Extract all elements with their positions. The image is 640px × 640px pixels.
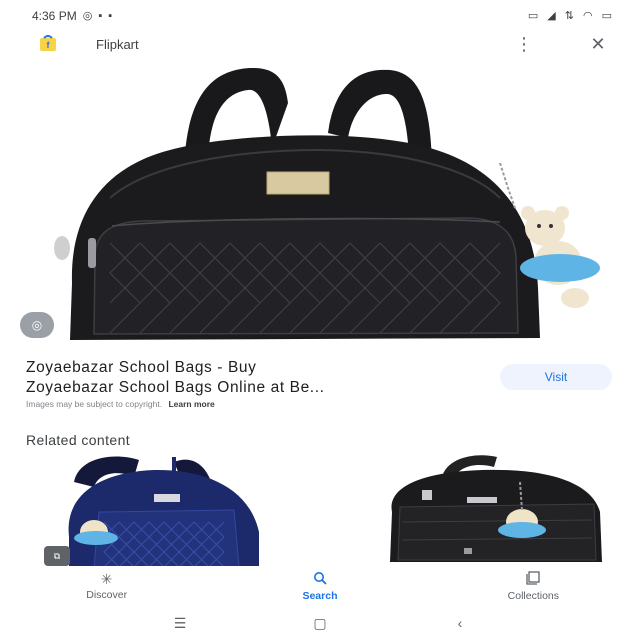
- status-left: 4:36 PM ◎ ▪ ▪: [32, 9, 112, 23]
- black-backpack-image: [390, 455, 602, 562]
- whatsapp-icon: ◎: [82, 9, 93, 22]
- search-icon: [313, 571, 327, 587]
- recent-apps-icon[interactable]: ☰: [165, 611, 195, 635]
- result-title-line-2: Zoyaebazar School Bags Online at Be...: [26, 379, 325, 396]
- collections-icon: [526, 570, 540, 587]
- share-icon[interactable]: ⧉: [44, 546, 70, 566]
- navy-backpack-image: [68, 456, 259, 567]
- app-header: f Flipkart ⋮ ✕: [0, 30, 640, 58]
- copyright-notice: Images may be subject to copyright. Lear…: [26, 399, 215, 409]
- status-right: ▭ ◢ ⇅ ◠ ▭: [527, 9, 612, 22]
- backpack-illustration: [54, 67, 600, 340]
- result-title-line-1: Zoyaebazar School Bags - Buy: [26, 359, 257, 376]
- more-vert-icon[interactable]: ⋮: [510, 30, 538, 58]
- home-icon[interactable]: ▢: [305, 611, 335, 635]
- signal-icon: ◢: [547, 9, 556, 22]
- wifi-icon: ◠: [582, 9, 593, 22]
- asterisk-icon: ✳: [100, 570, 113, 587]
- back-icon[interactable]: ‹: [445, 611, 475, 635]
- notification-icon: ▪: [98, 9, 103, 22]
- system-nav: ☰ ▢ ‹: [0, 606, 640, 640]
- visit-button[interactable]: Visit: [500, 364, 612, 390]
- battery-icon: ▭: [601, 9, 612, 22]
- status-time: 4:36 PM: [32, 9, 77, 23]
- related-item-black-backpack[interactable]: [372, 452, 612, 567]
- nav-collections-label: Collections: [507, 589, 559, 602]
- status-bar: 4:36 PM ◎ ▪ ▪ ▭ ◢ ⇅ ◠ ▭: [0, 0, 640, 32]
- vibrate-icon: ▭: [527, 9, 539, 22]
- main-product-image[interactable]: [0, 58, 640, 350]
- nav-search[interactable]: Search: [213, 566, 426, 606]
- nav-search-label: Search: [302, 589, 338, 602]
- site-name[interactable]: Flipkart: [96, 37, 510, 52]
- nav-discover-label: Discover: [86, 588, 128, 601]
- lens-icon[interactable]: ◎: [20, 312, 54, 338]
- copyright-text: Images may be subject to copyright.: [26, 399, 163, 409]
- related-content-header: Related content: [26, 432, 131, 448]
- notification-icon: ▪: [108, 9, 113, 22]
- result-title[interactable]: Zoyaebazar School Bags - Buy Zoyaebazar …: [26, 358, 476, 398]
- bottom-nav: ✳ Discover Search Collections: [0, 566, 640, 606]
- learn-more-link[interactable]: Learn more: [168, 399, 214, 409]
- related-item-navy-backpack[interactable]: [44, 452, 274, 567]
- nav-collections[interactable]: Collections: [427, 566, 640, 606]
- flipkart-logo-icon: f: [34, 30, 62, 58]
- data-icon: ⇅: [564, 9, 574, 22]
- close-icon[interactable]: ✕: [584, 30, 612, 58]
- nav-discover[interactable]: ✳ Discover: [0, 566, 213, 606]
